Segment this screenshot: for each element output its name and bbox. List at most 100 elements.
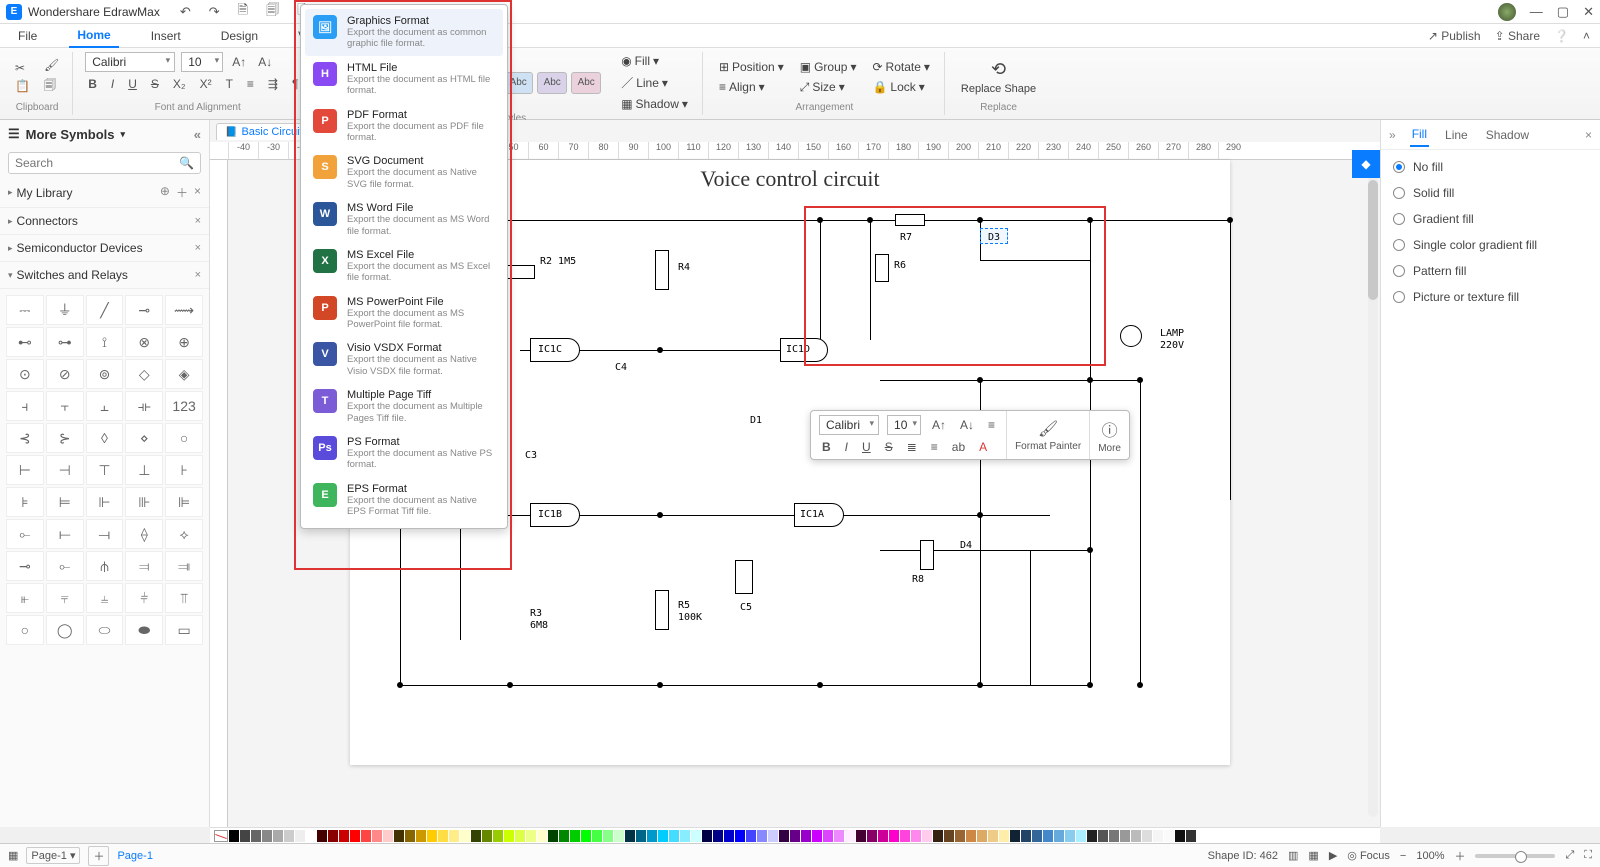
color-swatch[interactable] xyxy=(306,830,316,842)
symbol-item[interactable]: ⟜ xyxy=(6,519,44,549)
symbol-item[interactable]: ⊧ xyxy=(6,487,44,517)
symbol-item[interactable]: ⊸ xyxy=(125,295,163,325)
font-grow-icon[interactable]: A↑ xyxy=(229,54,249,70)
symbol-item[interactable]: ⊢ xyxy=(6,455,44,485)
symbol-item[interactable]: ╱ xyxy=(86,295,124,325)
fit-page-icon[interactable]: ⤢ xyxy=(1565,849,1574,862)
color-swatch[interactable] xyxy=(449,830,459,842)
export-item-multiple-page-tiff[interactable]: TMultiple Page TiffExport the document a… xyxy=(305,383,503,430)
color-swatch[interactable] xyxy=(438,830,448,842)
symbol-item[interactable]: ⋄ xyxy=(125,423,163,453)
color-swatch[interactable] xyxy=(471,830,481,842)
qat-redo[interactable]: ↷ xyxy=(205,2,224,22)
color-swatch[interactable] xyxy=(955,830,965,842)
paste-button[interactable]: 📋 xyxy=(12,78,33,94)
help-icon[interactable]: ❔ xyxy=(1554,29,1569,43)
export-item-graphics-format[interactable]: 🖼Graphics FormatExport the document as c… xyxy=(305,9,503,56)
category-connectors[interactable]: ▸Connectors × xyxy=(0,208,209,235)
color-swatch[interactable] xyxy=(504,830,514,842)
style-swatch-8[interactable]: Abc xyxy=(571,72,601,94)
color-swatch[interactable] xyxy=(801,830,811,842)
comp-C5[interactable] xyxy=(735,560,753,594)
color-swatch[interactable] xyxy=(1043,830,1053,842)
color-swatch[interactable] xyxy=(977,830,987,842)
color-swatch[interactable] xyxy=(482,830,492,842)
color-swatch[interactable] xyxy=(1120,830,1130,842)
mini-font-shrink-icon[interactable]: A↓ xyxy=(957,417,977,433)
color-swatch[interactable] xyxy=(537,830,547,842)
remove-icon[interactable]: × xyxy=(194,184,201,201)
fullscreen-icon[interactable]: ⛶ xyxy=(1584,849,1592,862)
comp-R7[interactable] xyxy=(895,214,925,226)
symbol-item[interactable]: ○ xyxy=(6,615,44,645)
zoom-slider[interactable] xyxy=(1475,854,1555,858)
mini-bullets-button[interactable]: ≣ xyxy=(904,439,920,455)
rotate-dropdown[interactable]: ⟳ Rotate ▾ xyxy=(868,58,933,76)
fill-option-solid-fill[interactable]: Solid fill xyxy=(1393,186,1588,200)
color-swatch[interactable] xyxy=(295,830,305,842)
symbol-item[interactable]: ⊕ xyxy=(165,327,203,357)
export-item-visio-vsdx-format[interactable]: VVisio VSDX FormatExport the document as… xyxy=(305,336,503,383)
color-swatch[interactable] xyxy=(900,830,910,842)
prop-tab-shadow[interactable]: Shadow xyxy=(1484,124,1531,146)
mini-format-painter-button[interactable]: 🖌Format Painter xyxy=(1007,411,1089,459)
symbol-item[interactable]: ⟛ xyxy=(125,391,163,421)
color-swatch[interactable] xyxy=(1021,830,1031,842)
symbol-item[interactable]: ⊘ xyxy=(46,359,84,389)
symbol-item[interactable]: ⊗ xyxy=(125,327,163,357)
symbol-item[interactable]: ⫛ xyxy=(86,551,124,581)
numbering-button[interactable]: ⇶ xyxy=(265,76,281,92)
add-icon[interactable]: ＋ xyxy=(176,184,188,201)
color-swatch[interactable] xyxy=(317,830,327,842)
font-family-select[interactable]: Calibri xyxy=(85,52,175,72)
no-color-swatch[interactable] xyxy=(214,830,228,842)
presentation-icon[interactable]: ▶ xyxy=(1329,849,1337,862)
comp-R8[interactable] xyxy=(920,540,934,570)
color-swatch[interactable] xyxy=(339,830,349,842)
color-swatch[interactable] xyxy=(416,830,426,842)
export-item-ms-word-file[interactable]: WMS Word FileExport the document as MS W… xyxy=(305,196,503,243)
cut-button[interactable]: ✂ xyxy=(12,60,33,76)
style-swatch-7[interactable]: Abc xyxy=(537,72,567,94)
color-swatch[interactable] xyxy=(427,830,437,842)
hamburger-icon[interactable]: ☰ xyxy=(8,126,20,142)
symbol-item[interactable]: ⊸ xyxy=(6,551,44,581)
export-item-ms-powerpoint-file[interactable]: PMS PowerPoint FileExport the document a… xyxy=(305,290,503,337)
replace-shape-button[interactable]: ⟲ Replace Shape xyxy=(957,57,1040,97)
ribbon-collapse-icon[interactable]: ˄ xyxy=(1583,29,1590,43)
symbol-item[interactable]: ⊙ xyxy=(6,359,44,389)
comp-R5[interactable] xyxy=(655,590,669,630)
italic-button[interactable]: I xyxy=(108,76,117,92)
color-swatch[interactable] xyxy=(570,830,580,842)
search-icon[interactable]: 🔍 xyxy=(179,156,194,170)
symbol-item[interactable]: ⟟ xyxy=(86,327,124,357)
color-swatch[interactable] xyxy=(845,830,855,842)
symbol-item[interactable]: ⊶ xyxy=(46,327,84,357)
window-minimize-button[interactable]: — xyxy=(1530,4,1543,19)
comp-R6[interactable] xyxy=(875,254,889,282)
align-dropdown[interactable]: ≡ Align ▾ xyxy=(715,78,788,96)
color-swatch[interactable] xyxy=(383,830,393,842)
color-swatch[interactable] xyxy=(548,830,558,842)
color-swatch[interactable] xyxy=(592,830,602,842)
scrollbar-thumb[interactable] xyxy=(1368,180,1378,300)
symbol-item[interactable]: ⟡ xyxy=(165,519,203,549)
symbol-item[interactable]: ⊫ xyxy=(165,487,203,517)
grid-icon[interactable]: ▦ xyxy=(1308,849,1318,862)
symbol-item[interactable]: ⊚ xyxy=(86,359,124,389)
fill-dropdown[interactable]: ◉ Fill ▾ xyxy=(617,52,692,70)
color-swatch[interactable] xyxy=(1065,830,1075,842)
mini-font-size[interactable]: 10 xyxy=(887,415,921,435)
window-close-button[interactable]: ✕ xyxy=(1583,4,1594,20)
color-swatch[interactable] xyxy=(680,830,690,842)
copy-button[interactable]: 🗐 xyxy=(41,75,62,98)
bullets-button[interactable]: ≡ xyxy=(244,76,257,92)
position-dropdown[interactable]: ⊞ Position ▾ xyxy=(715,58,788,76)
symbol-item[interactable]: ○ xyxy=(165,423,203,453)
mini-strike-button[interactable]: S xyxy=(882,439,896,455)
mini-highlight-button[interactable]: ab xyxy=(949,439,968,455)
color-swatch[interactable] xyxy=(614,830,624,842)
color-swatch[interactable] xyxy=(1131,830,1141,842)
symbol-item[interactable]: ⫞ xyxy=(6,391,44,421)
symbol-item[interactable]: ⫤ xyxy=(125,551,163,581)
